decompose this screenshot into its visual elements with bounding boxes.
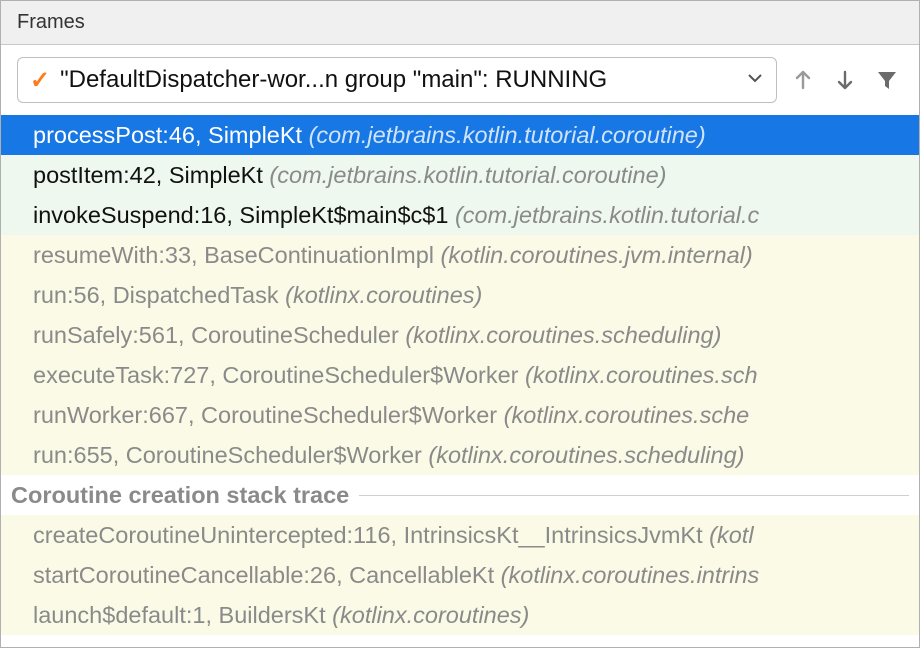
frames-toolbar: ✓ "DefaultDispatcher-wor...n group "main…	[1, 45, 919, 115]
stack-frame[interactable]: invokeSuspend:16, SimpleKt$main$c$1 (com…	[1, 195, 919, 235]
frame-method: invokeSuspend:16, SimpleKt$main$c$1	[33, 202, 448, 228]
panel-title: Frames	[1, 1, 919, 45]
stack-frame[interactable]: run:56, DispatchedTask (kotlinx.coroutin…	[1, 275, 919, 315]
stack-frame[interactable]: runSafely:561, CoroutineScheduler (kotli…	[1, 315, 919, 355]
chevron-down-icon	[746, 69, 764, 92]
stack-trace-separator: Coroutine creation stack trace	[1, 475, 919, 515]
stack-frame[interactable]: run:655, CoroutineScheduler$Worker (kotl…	[1, 435, 919, 475]
thread-selector-label: "DefaultDispatcher-wor...n group "main":…	[60, 66, 736, 94]
frame-method: resumeWith:33, BaseContinuationImpl	[33, 242, 434, 268]
frame-package: (kotlinx.coroutines.scheduling)	[428, 442, 744, 468]
previous-frame-button[interactable]	[787, 64, 819, 96]
frame-method: processPost:46, SimpleKt	[33, 122, 302, 148]
filter-button[interactable]	[871, 64, 903, 96]
frames-list[interactable]: processPost:46, SimpleKt (com.jetbrains.…	[1, 115, 919, 647]
frame-method: createCoroutineUnintercepted:116, Intrin…	[33, 522, 703, 548]
frame-package: (kotlinx.coroutines)	[332, 602, 529, 628]
stack-frame[interactable]: processPost:46, SimpleKt (com.jetbrains.…	[1, 115, 919, 155]
stack-frame[interactable]: executeTask:727, CoroutineScheduler$Work…	[1, 355, 919, 395]
checkmark-icon: ✓	[30, 66, 50, 95]
stack-frame[interactable]: postItem:42, SimpleKt (com.jetbrains.kot…	[1, 155, 919, 195]
stack-frame[interactable]: startCoroutineCancellable:26, Cancellabl…	[1, 555, 919, 595]
separator-line	[359, 495, 909, 496]
frame-method: postItem:42, SimpleKt	[33, 162, 263, 188]
frame-package: (kotl	[709, 522, 753, 548]
frame-package: (kotlinx.coroutines.sche	[504, 402, 750, 428]
separator-label: Coroutine creation stack trace	[11, 479, 349, 511]
frame-method: executeTask:727, CoroutineScheduler$Work…	[33, 362, 519, 388]
frame-method: runWorker:667, CoroutineScheduler$Worker	[33, 402, 497, 428]
next-frame-button[interactable]	[829, 64, 861, 96]
frames-panel: Frames ✓ "DefaultDispatcher-wor...n grou…	[0, 0, 920, 648]
frame-method: launch$default:1, BuildersKt	[33, 602, 326, 628]
frame-package: (com.jetbrains.kotlin.tutorial.c	[455, 202, 759, 228]
stack-frame[interactable]: runWorker:667, CoroutineScheduler$Worker…	[1, 395, 919, 435]
frame-package: (kotlinx.coroutines.sch	[525, 362, 758, 388]
frame-method: run:56, DispatchedTask	[33, 282, 279, 308]
frame-method: runSafely:561, CoroutineScheduler	[33, 322, 399, 348]
frame-package: (kotlin.coroutines.jvm.internal)	[441, 242, 753, 268]
frame-package: (kotlinx.coroutines)	[285, 282, 482, 308]
stack-frame[interactable]: launch$default:1, BuildersKt (kotlinx.co…	[1, 595, 919, 635]
frame-package: (com.jetbrains.kotlin.tutorial.coroutine…	[269, 162, 666, 188]
thread-selector[interactable]: ✓ "DefaultDispatcher-wor...n group "main…	[17, 57, 777, 103]
frame-package: (com.jetbrains.kotlin.tutorial.coroutine…	[309, 122, 706, 148]
stack-frame[interactable]: resumeWith:33, BaseContinuationImpl (kot…	[1, 235, 919, 275]
stack-frame[interactable]: createCoroutineUnintercepted:116, Intrin…	[1, 515, 919, 555]
frame-package: (kotlinx.coroutines.scheduling)	[405, 322, 721, 348]
frame-package: (kotlinx.coroutines.intrins	[501, 562, 760, 588]
frame-method: run:655, CoroutineScheduler$Worker	[33, 442, 422, 468]
frame-method: startCoroutineCancellable:26, Cancellabl…	[33, 562, 494, 588]
